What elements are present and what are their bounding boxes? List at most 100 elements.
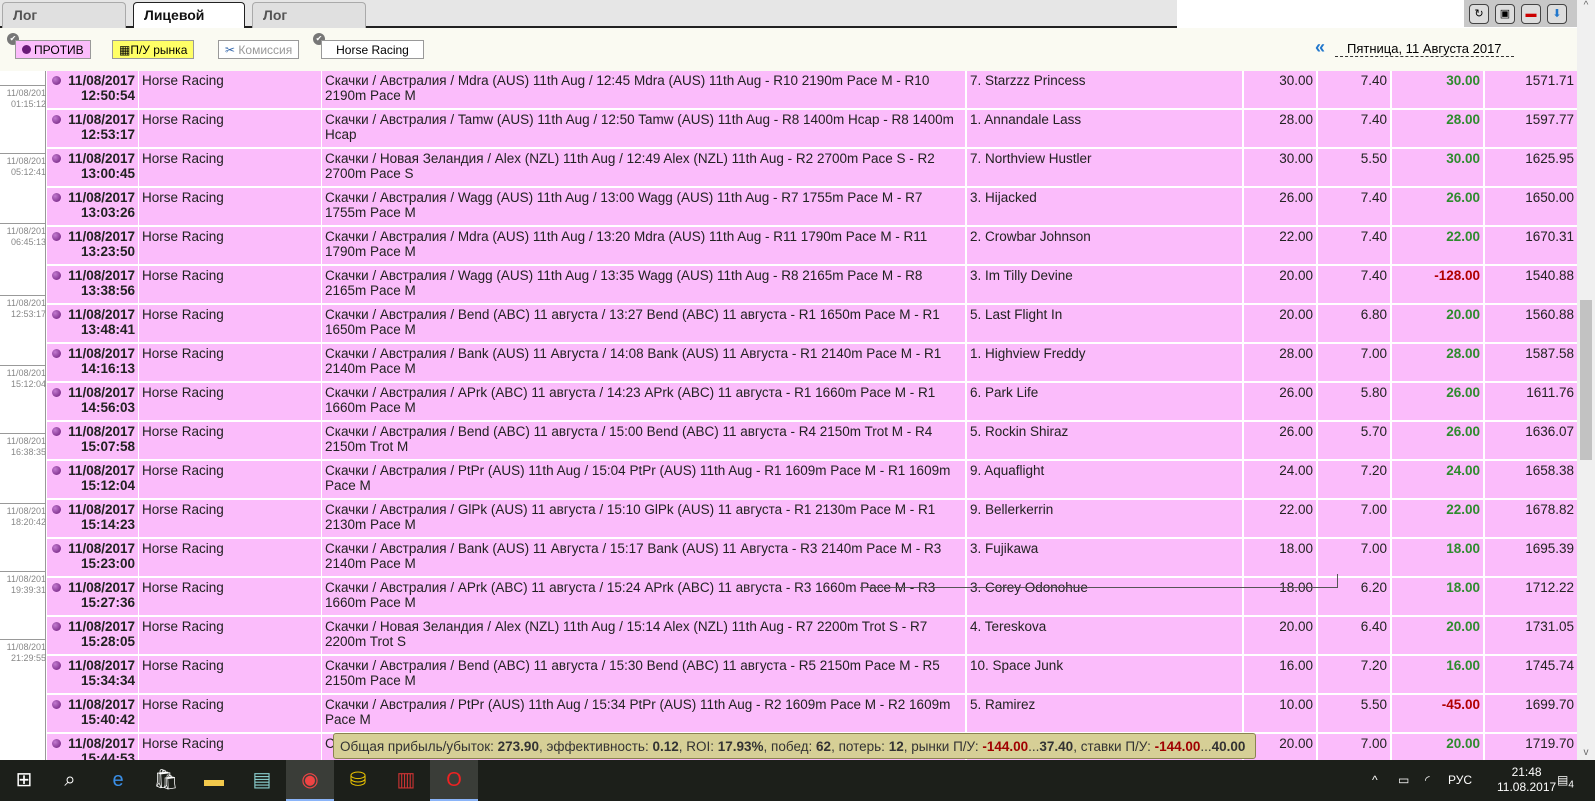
sport-cell: Horse Racing: [139, 578, 321, 615]
sport-cell: Horse Racing: [139, 500, 321, 537]
date-selector[interactable]: Пятница, 11 Августа 2017: [1335, 41, 1514, 57]
language-indicator[interactable]: РУС: [1448, 760, 1472, 801]
table-row[interactable]: 11/08/2017 13:23:50 Horse Racing Скачки /…: [46, 227, 1577, 266]
notepad-icon[interactable]: ▥: [382, 760, 430, 801]
sport-cell: Horse Racing: [139, 344, 321, 381]
clock[interactable]: 21:48 11.08.2017: [1497, 765, 1556, 795]
scroll-down-icon[interactable]: v: [1577, 747, 1595, 758]
battery-icon[interactable]: ▭: [1398, 760, 1409, 801]
table-row[interactable]: 11/08/2017 12:53:17 Horse Racing Скачки /…: [46, 110, 1577, 149]
bullet-icon: [52, 505, 61, 514]
opera-icon[interactable]: O: [430, 760, 478, 801]
chrome-icon[interactable]: ◉: [286, 760, 334, 801]
pdf-icon[interactable]: ▬: [1521, 4, 1541, 24]
selection-cell: 7. Northview Hustler: [967, 149, 1242, 186]
search-icon[interactable]: ⌕: [46, 760, 94, 801]
event-cell: Скачки / Австралия / Mdra (AUS) 11th Aug…: [322, 227, 965, 264]
table-row[interactable]: 11/08/2017 12:50:54 Horse Racing Скачки /…: [46, 71, 1577, 110]
date-cell: 11/08/2017 13:38:56: [47, 266, 138, 303]
balance-cell: 1597.77: [1485, 110, 1577, 147]
bullet-icon: [52, 115, 61, 124]
timeline-column: 11/08/201 01:15:12 11/08/201 05:12:41 11/08/…: [0, 71, 46, 761]
sport-cell: Horse Racing: [139, 617, 321, 654]
timeline-timestamp: 11/08/201 21:29:55: [0, 639, 46, 664]
event-cell: Скачки / Австралия / Bend (ABC) 11 авгус…: [322, 422, 965, 459]
odds-cell: 7.00: [1318, 344, 1390, 381]
toolbar: ↻ ▣ ▬ ⬇: [1177, 0, 1577, 28]
profit-cell: 30.00: [1392, 149, 1483, 186]
selection-cell: 9. Aquaflight: [967, 461, 1242, 498]
notifications-icon[interactable]: ▤4: [1557, 760, 1574, 805]
tab-trigger-log[interactable]: Лог триггеров: [252, 2, 366, 39]
table-row[interactable]: 11/08/2017 14:16:13 Horse Racing Скачки /…: [46, 344, 1577, 383]
tab-program-log[interactable]: Лог программы: [2, 2, 126, 39]
save-icon[interactable]: ▣: [1495, 4, 1515, 24]
stake-cell: 30.00: [1244, 71, 1316, 108]
date-cell: 11/08/2017 15:34:34: [47, 656, 138, 693]
filter-market-pl[interactable]: ▦П/У рынка: [112, 40, 195, 59]
balance-cell: 1650.00: [1485, 188, 1577, 225]
table-row[interactable]: 11/08/2017 15:23:00 Horse Racing Скачки /…: [46, 539, 1577, 578]
sport-cell: Horse Racing: [139, 266, 321, 303]
selection-cell: 3. Im Tilly Devine: [967, 266, 1242, 303]
event-cell: Скачки / Австралия / APrk (ABC) 11 авгус…: [322, 578, 965, 615]
scrollbar-thumb[interactable]: [1580, 300, 1592, 460]
stake-cell: 22.00: [1244, 500, 1316, 537]
profit-cell: 26.00: [1392, 188, 1483, 225]
table-row[interactable]: 11/08/2017 15:27:36 Horse Racing Скачки /…: [46, 578, 1577, 617]
timeline-timestamp: 11/08/201 15:12:04: [0, 365, 46, 390]
stake-cell: 30.00: [1244, 149, 1316, 186]
odds-cell: 5.50: [1318, 149, 1390, 186]
sport-cell: Horse Racing: [139, 461, 321, 498]
balance-cell: 1670.31: [1485, 227, 1577, 264]
chevron-left-icon[interactable]: «: [1315, 37, 1325, 58]
bullet-icon: [52, 154, 61, 163]
wifi-icon[interactable]: ◜: [1425, 760, 1430, 801]
table-row[interactable]: 11/08/2017 15:34:34 Horse Racing Скачки /…: [46, 656, 1577, 695]
event-cell: Скачки / Новая Зеландия / Alex (NZL) 11t…: [322, 149, 965, 186]
event-cell: Скачки / Новая Зеландия / Alex (NZL) 11t…: [322, 617, 965, 654]
table-row[interactable]: 11/08/2017 14:56:03 Horse Racing Скачки /…: [46, 383, 1577, 422]
scroll-up-icon[interactable]: ^: [1577, 0, 1595, 11]
table-row[interactable]: 11/08/2017 13:48:41 Horse Racing Скачки /…: [46, 305, 1577, 344]
selection-cell: 10. Space Junk: [967, 656, 1242, 693]
file-explorer-icon[interactable]: ▬: [190, 760, 238, 801]
download-icon[interactable]: ⬇: [1547, 4, 1567, 24]
table-row[interactable]: 11/08/2017 13:38:56 Horse Racing Скачки /…: [46, 266, 1577, 305]
divider: [1337, 574, 1338, 588]
edge-icon[interactable]: e: [94, 760, 142, 801]
stake-cell: 24.00: [1244, 461, 1316, 498]
date-cell: 11/08/2017 13:03:26: [47, 188, 138, 225]
bullet-icon: [52, 271, 61, 280]
scrollbar[interactable]: ^ v: [1577, 0, 1595, 760]
table-row[interactable]: 11/08/2017 13:00:45 Horse Racing Скачки /…: [46, 149, 1577, 188]
filter-commission[interactable]: ✂ Комиссия: [218, 40, 300, 59]
tray-chevron-icon[interactable]: ^: [1372, 760, 1378, 801]
windows-start-icon[interactable]: ⊞: [0, 760, 48, 801]
refresh-icon[interactable]: ↻: [1469, 4, 1489, 24]
odds-cell: 7.40: [1318, 188, 1390, 225]
selection-cell: 7. Starzzz Princess: [967, 71, 1242, 108]
sport-cell: Horse Racing: [139, 539, 321, 576]
filter-bar: ✔ ПРОТИВ ▦П/У рынка ✂ Комиссия ✔ Horse R…: [0, 28, 1577, 71]
filter-sport[interactable]: Horse Racing: [321, 40, 424, 59]
bullet-icon: [52, 388, 61, 397]
app-icon[interactable]: ▤: [238, 760, 286, 801]
bullet-icon: [52, 349, 61, 358]
database-icon[interactable]: ⛁: [334, 760, 382, 801]
tab-account[interactable]: Лицевой счет: [133, 2, 245, 39]
profit-cell: 26.00: [1392, 422, 1483, 459]
table-row[interactable]: 11/08/2017 15:28:05 Horse Racing Скачки /…: [46, 617, 1577, 656]
store-icon[interactable]: 🛍: [142, 760, 190, 801]
table-row[interactable]: 11/08/2017 15:14:23 Horse Racing Скачки /…: [46, 500, 1577, 539]
table-row[interactable]: 11/08/2017 15:07:58 Horse Racing Скачки /…: [46, 422, 1577, 461]
filter-against[interactable]: ПРОТИВ: [15, 40, 91, 59]
balance-cell: 1611.76: [1485, 383, 1577, 420]
event-cell: Скачки / Австралия / GlPk (AUS) 11 авгус…: [322, 500, 965, 537]
selection-cell: 6. Park Life: [967, 383, 1242, 420]
table-row[interactable]: 11/08/2017 15:40:42 Horse Racing Скачки /…: [46, 695, 1577, 734]
stake-cell: 28.00: [1244, 344, 1316, 381]
table-row[interactable]: 11/08/2017 15:12:04 Horse Racing Скачки /…: [46, 461, 1577, 500]
event-cell: Скачки / Австралия / Mdra (AUS) 11th Aug…: [322, 71, 965, 108]
table-row[interactable]: 11/08/2017 13:03:26 Horse Racing Скачки /…: [46, 188, 1577, 227]
